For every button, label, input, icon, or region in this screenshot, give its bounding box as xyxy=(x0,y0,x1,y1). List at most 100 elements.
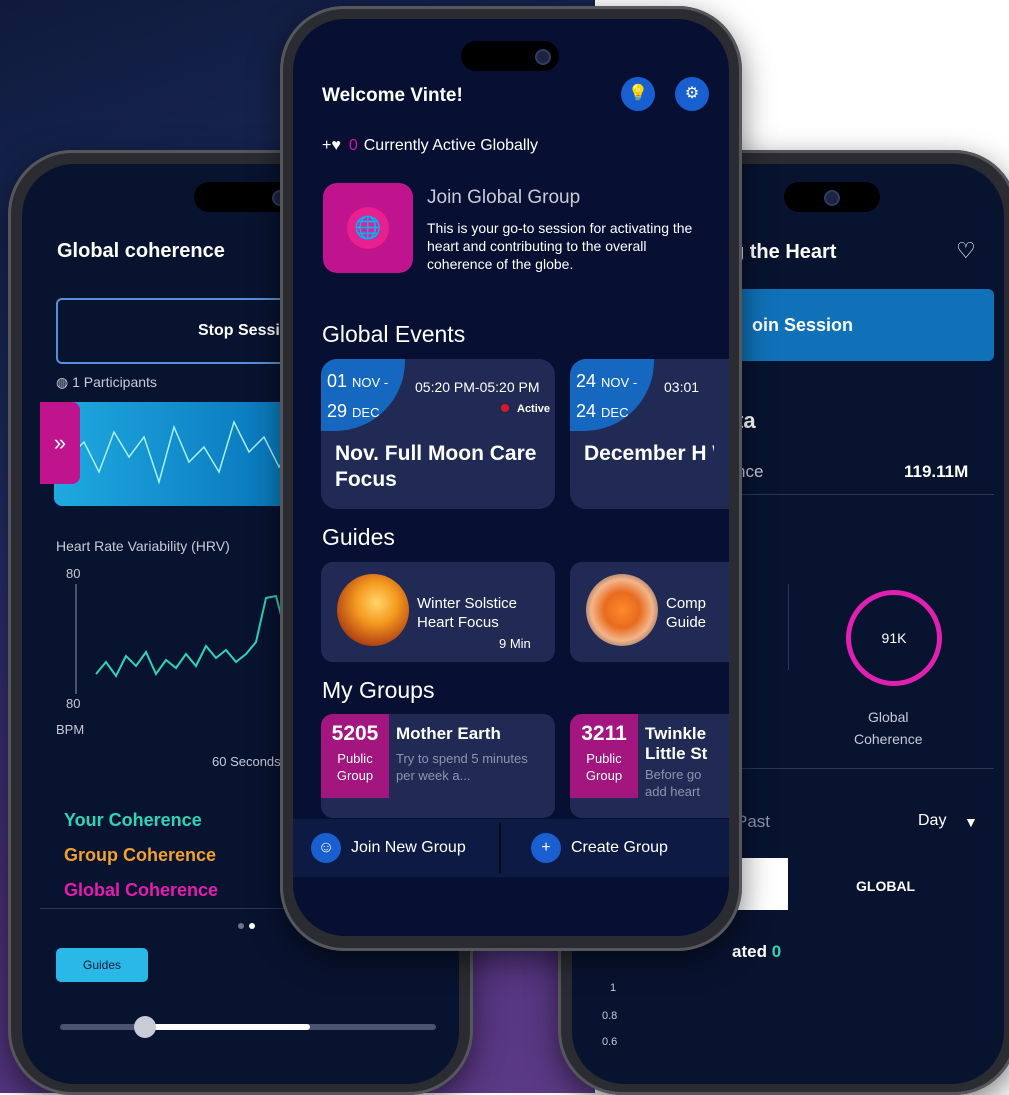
event-end-date: 29 DEC xyxy=(327,401,380,422)
group-type: Public Group xyxy=(336,751,374,783)
globe-icon: ◍ xyxy=(56,374,69,390)
event-start-date: 01 NOV - xyxy=(327,371,388,392)
bottom-action-bar: ☺ Join New Group + Create Group xyxy=(293,819,729,877)
participants-count: ◍ 1 Participants xyxy=(56,374,157,391)
event-end-month: DEC xyxy=(601,405,629,420)
expand-chevrons-icon: » xyxy=(53,430,67,455)
event-time: 05:20 PM-05:20 PM xyxy=(415,379,540,395)
lightbulb-icon[interactable]: 💡 xyxy=(621,77,655,111)
global-label: GLOBAL xyxy=(856,878,916,894)
divider xyxy=(499,823,501,873)
join-global-group-button[interactable]: 🌐 xyxy=(323,183,413,273)
active-label: Currently Active Globally xyxy=(363,137,539,154)
created-value: 0 xyxy=(771,942,782,961)
your-coherence-legend: Your Coherence xyxy=(64,810,202,830)
event-end-date: 24 DEC xyxy=(576,401,629,422)
hrv-min-tick: 80 xyxy=(66,696,81,711)
camera-icon xyxy=(535,49,551,65)
active-count: 0 xyxy=(348,137,358,154)
page-dot-active xyxy=(249,923,255,929)
event-start-day: 01 xyxy=(327,371,348,391)
expand-panel-button[interactable]: » xyxy=(40,402,80,484)
section-title-guides: Guides xyxy=(322,524,395,550)
people-icon: ☺ xyxy=(311,833,341,863)
coherence-value: 119.11M xyxy=(904,462,969,481)
dynamic-island xyxy=(461,41,559,71)
group-name: Mother Earth xyxy=(396,724,501,743)
event-name: Nov. Full Moon Care Focus xyxy=(335,442,537,491)
event-end-day: 24 xyxy=(576,401,597,421)
guide-card[interactable]: Comp Guide xyxy=(570,562,729,662)
bpm-label: BPM xyxy=(56,722,85,737)
active-users-row: +♥ 0 Currently Active Globally xyxy=(322,137,538,155)
session-title: g the Heart xyxy=(732,241,837,263)
page-title: Global coherence xyxy=(57,240,225,262)
period-select[interactable]: Day xyxy=(918,812,946,830)
progress-slider[interactable] xyxy=(60,1024,436,1030)
y-tick: 0.8 xyxy=(602,1010,618,1022)
dynamic-island xyxy=(784,182,880,212)
create-group-label: Create Group xyxy=(571,839,668,857)
group-badge: 5205 Public Group xyxy=(321,714,389,798)
guide-title: Winter Solstice Heart Focus xyxy=(417,595,518,631)
slider-knob[interactable] xyxy=(134,1016,156,1038)
plus-icon: + xyxy=(531,833,561,863)
page-indicator xyxy=(238,916,260,934)
page-dot xyxy=(238,923,244,929)
seconds-label: 60 Seconds xyxy=(212,754,281,769)
join-session-button[interactable]: oin Session xyxy=(732,289,994,361)
welcome-heading: Welcome Vinte! xyxy=(322,85,463,107)
group-description: Try to spend 5 minutes per week a... xyxy=(396,751,528,783)
ring-label-line2: Coherence xyxy=(854,731,923,747)
ring-label: Global Coherence xyxy=(854,706,923,750)
join-global-title[interactable]: Join Global Group xyxy=(427,187,580,209)
chevron-down-icon[interactable]: ▼ xyxy=(964,814,978,830)
heart-rate-icon[interactable]: ♡ xyxy=(956,238,976,264)
event-card[interactable]: 01 NOV - 29 DEC 05:20 PM-05:20 PM Active… xyxy=(321,359,555,509)
hrv-chart xyxy=(75,584,297,694)
group-badge: 3211 Public Group xyxy=(570,714,638,798)
hrv-label: Heart Rate Variability (HRV) xyxy=(56,538,230,554)
globe-icon: 🌐 xyxy=(347,207,389,249)
event-start-date: 24 NOV - xyxy=(576,371,637,392)
middle-phone: Welcome Vinte! 💡 ⚙ +♥ 0 Currently Active G… xyxy=(280,6,742,951)
divider xyxy=(732,494,994,495)
event-time: 03:01 xyxy=(664,379,700,395)
guides-button[interactable]: Guides xyxy=(56,948,148,982)
stop-session-label: Stop Sessio xyxy=(198,322,290,339)
guide-thumbnail xyxy=(586,574,658,646)
group-card[interactable]: 3211 Public Group Twinkle Little St Befo… xyxy=(570,714,729,818)
event-status-badge: Active xyxy=(501,403,550,415)
gear-icon[interactable]: ⚙ xyxy=(675,77,709,111)
guide-title: Comp Guide xyxy=(666,595,707,631)
group-description: Before go add heart xyxy=(645,767,702,799)
y-tick: 1 xyxy=(610,982,617,994)
global-coherence-ring: 91K xyxy=(846,590,942,686)
participants-label: 1 Participants xyxy=(72,374,157,390)
join-new-group-button[interactable]: ☺ Join New Group xyxy=(311,833,466,863)
group-card[interactable]: 5205 Public Group Mother Earth Try to sp… xyxy=(321,714,555,818)
group-name: Twinkle Little St xyxy=(645,724,708,763)
hrv-max-tick: 80 xyxy=(66,566,81,581)
guide-card[interactable]: Winter Solstice Heart Focus 9 Min xyxy=(321,562,555,662)
add-heart-icon: +♥ xyxy=(322,137,341,154)
event-start-day: 24 xyxy=(576,371,597,391)
guide-duration: 9 Min xyxy=(499,636,531,651)
section-title-events: Global Events xyxy=(322,321,466,347)
join-global-description: This is your go-to session for activatin… xyxy=(427,220,693,272)
divider xyxy=(732,768,994,769)
ring-label-line1: Global xyxy=(868,709,909,725)
join-session-label: oin Session xyxy=(752,315,854,335)
event-end-day: 29 xyxy=(327,401,348,421)
group-member-count: 5205 xyxy=(331,722,379,745)
event-start-month: NOV - xyxy=(601,375,638,390)
home-screen: Welcome Vinte! 💡 ⚙ +♥ 0 Currently Active G… xyxy=(293,19,729,936)
event-card[interactable]: 24 NOV - 24 DEC 03:01 December H Warmth … xyxy=(570,359,729,509)
slider-fill xyxy=(140,1024,310,1030)
event-start-month: NOV - xyxy=(352,375,389,390)
section-title-groups: My Groups xyxy=(322,677,435,703)
group-member-count: 3211 xyxy=(581,722,627,745)
event-name: December H Warmth and xyxy=(584,442,714,465)
create-group-button[interactable]: + Create Group xyxy=(531,833,668,863)
global-coherence-legend: Global Coherence xyxy=(64,880,219,900)
